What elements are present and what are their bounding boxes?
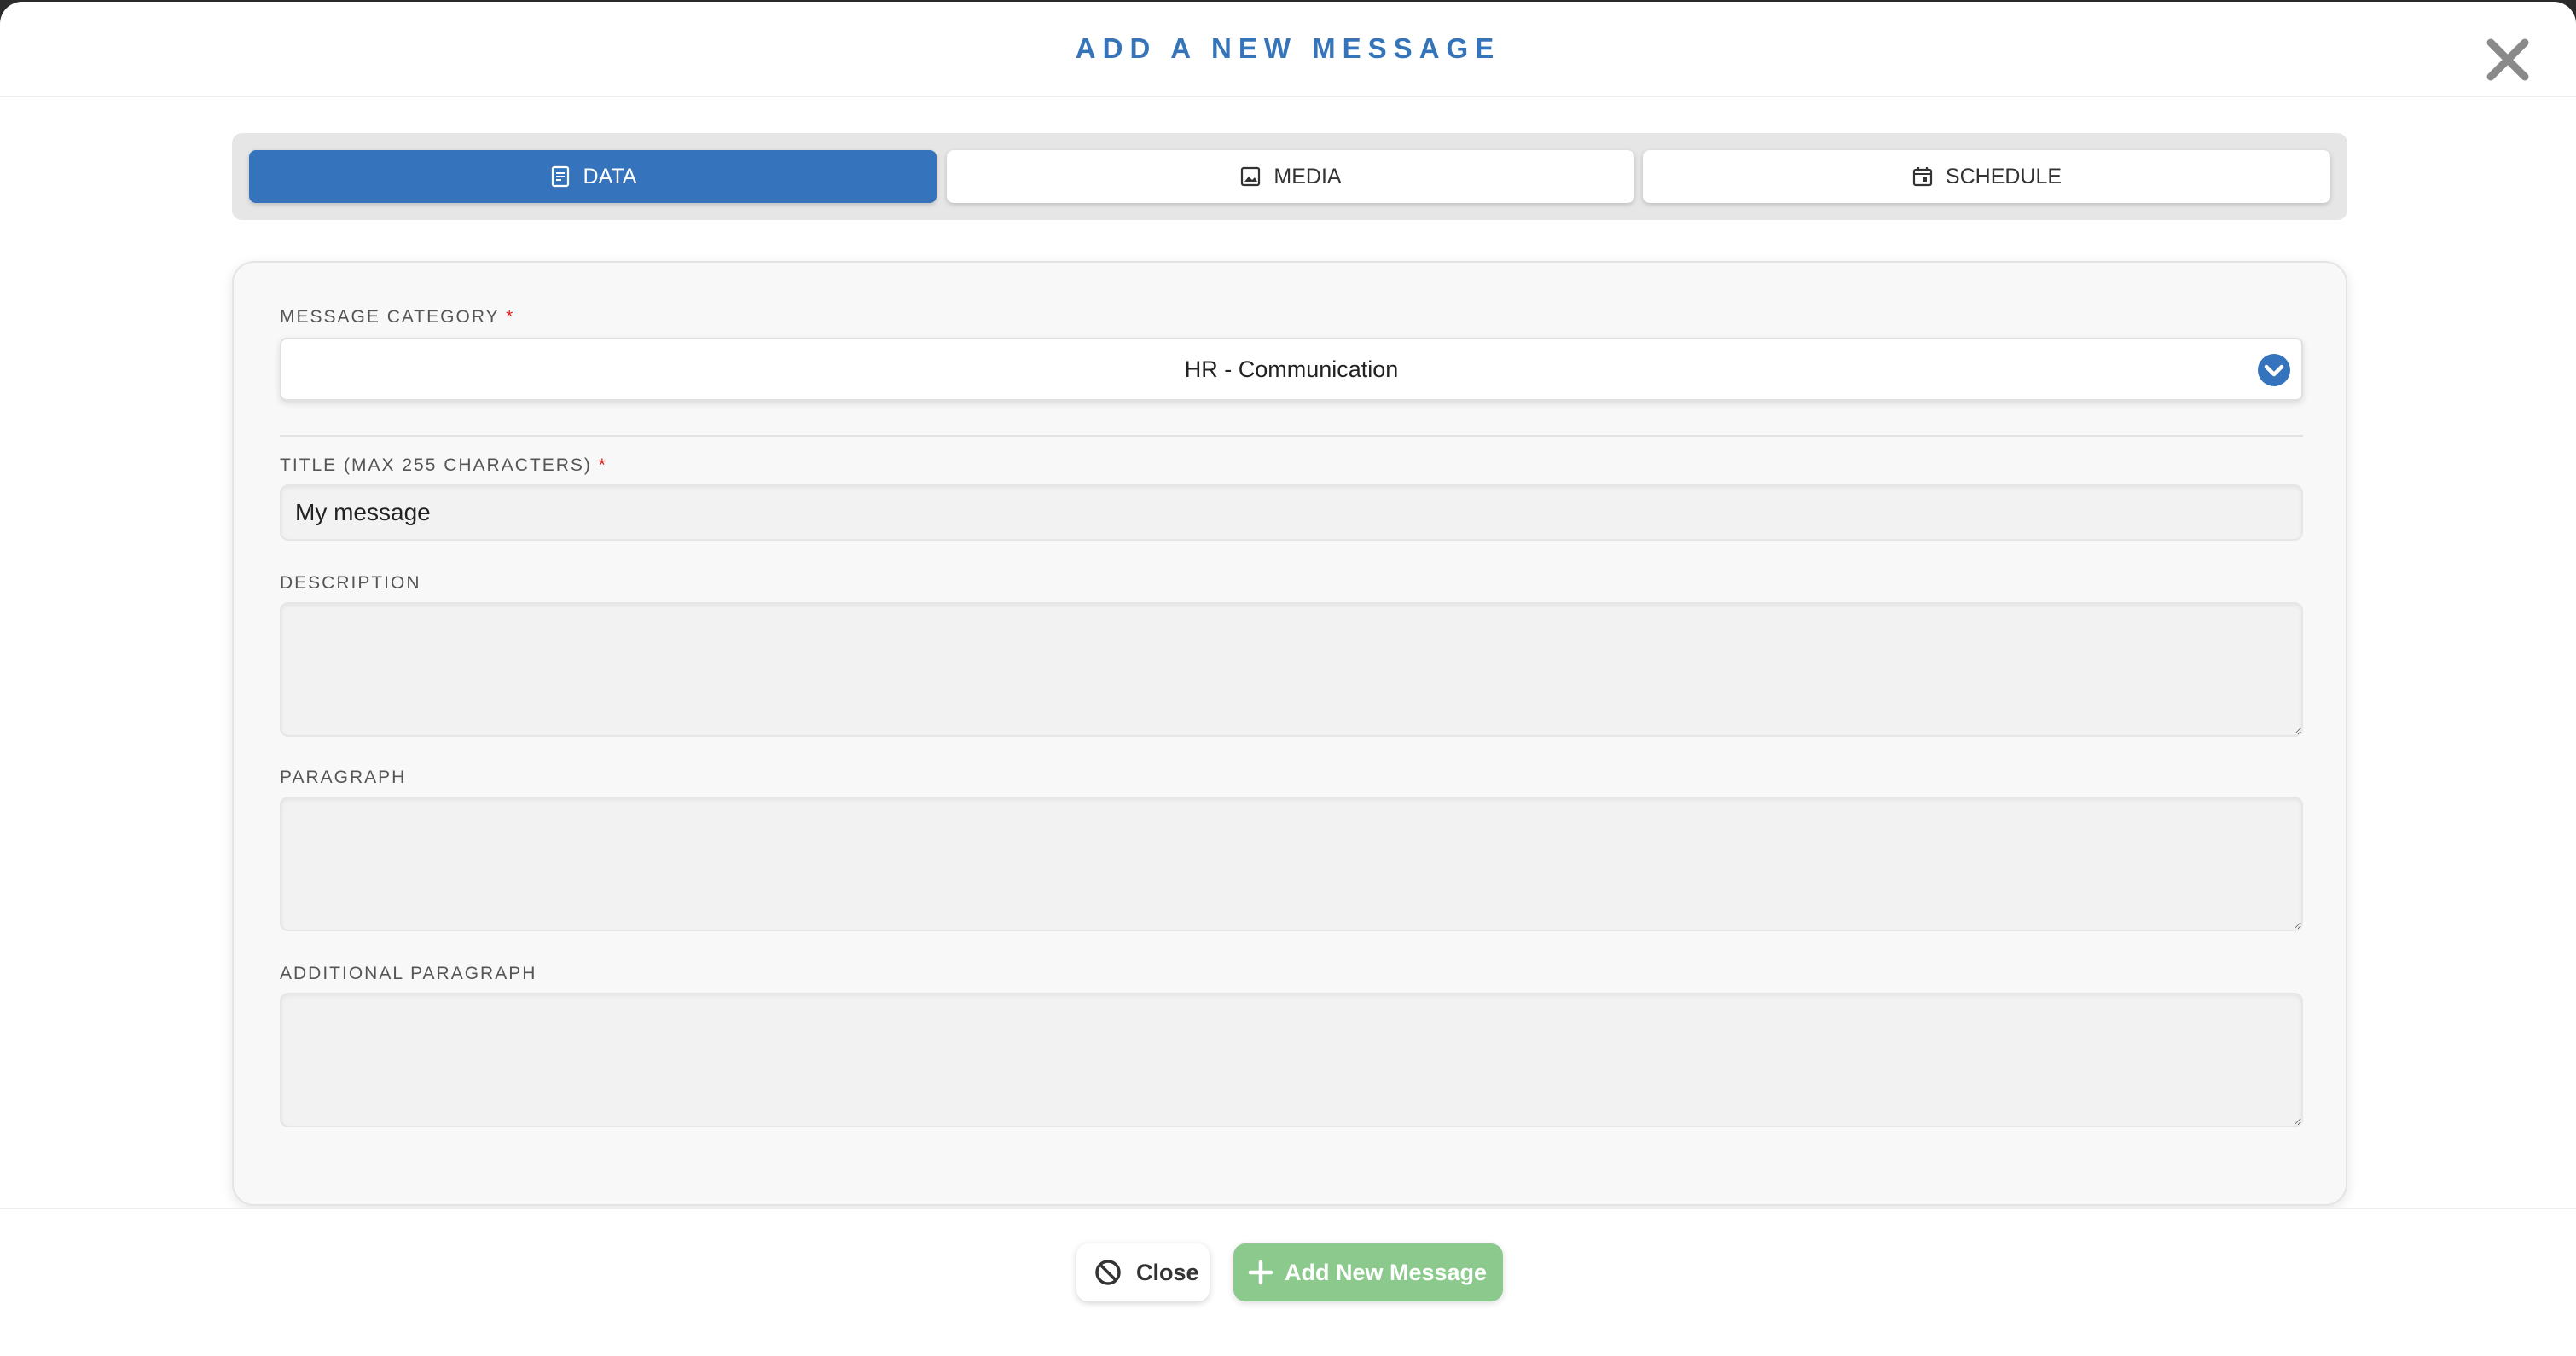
add-new-message-button[interactable]: Add New Message	[1233, 1243, 1503, 1301]
paragraph-textarea[interactable]	[280, 797, 2303, 931]
modal-header: ADD A NEW MESSAGE	[0, 2, 2576, 97]
tab-data-label: DATA	[583, 164, 637, 188]
add-new-message-label: Add New Message	[1285, 1259, 1488, 1285]
modal-footer: Close Add New Message	[0, 1208, 2576, 1356]
tab-schedule-label: SCHEDULE	[1945, 164, 2063, 188]
tab-data[interactable]: DATA	[249, 150, 937, 203]
document-icon	[551, 165, 569, 188]
title-input[interactable]	[280, 484, 2303, 541]
additional-paragraph-label: ADDITIONAL PARAGRAPH	[280, 964, 537, 983]
ban-icon	[1095, 1260, 1121, 1285]
chevron-down-icon	[2258, 354, 2290, 386]
description-textarea[interactable]	[280, 602, 2303, 737]
plus-icon	[1248, 1260, 1273, 1285]
category-value: HR - Communication	[1184, 356, 1399, 382]
tab-schedule[interactable]: SCHEDULE	[1643, 150, 2330, 203]
divider	[280, 435, 2303, 437]
add-message-modal: ADD A NEW MESSAGE DATA MEDIA SCHEDULE ME…	[0, 2, 2576, 1356]
tab-media-label: MEDIA	[1273, 164, 1342, 188]
category-label: MESSAGE CATEGORY *	[280, 307, 515, 327]
required-mark: *	[598, 455, 607, 475]
paragraph-label: PARAGRAPH	[280, 768, 407, 787]
modal-title: ADD A NEW MESSAGE	[1075, 32, 1501, 64]
tab-bar: DATA MEDIA SCHEDULE	[232, 133, 2347, 220]
description-label: DESCRIPTION	[280, 573, 421, 593]
image-icon	[1241, 166, 1261, 187]
additional-paragraph-textarea[interactable]	[280, 993, 2303, 1127]
required-mark: *	[506, 307, 515, 327]
calendar-icon	[1912, 167, 1933, 187]
form-card: MESSAGE CATEGORY * HR - Communication TI…	[232, 261, 2347, 1206]
close-button[interactable]: Close	[1076, 1243, 1210, 1301]
tab-media[interactable]: MEDIA	[947, 150, 1634, 203]
title-label: TITLE (MAX 255 CHARACTERS) *	[280, 455, 607, 475]
category-select[interactable]: HR - Communication	[280, 338, 2303, 401]
close-button-label: Close	[1136, 1259, 1199, 1285]
close-icon[interactable]	[2484, 36, 2532, 84]
